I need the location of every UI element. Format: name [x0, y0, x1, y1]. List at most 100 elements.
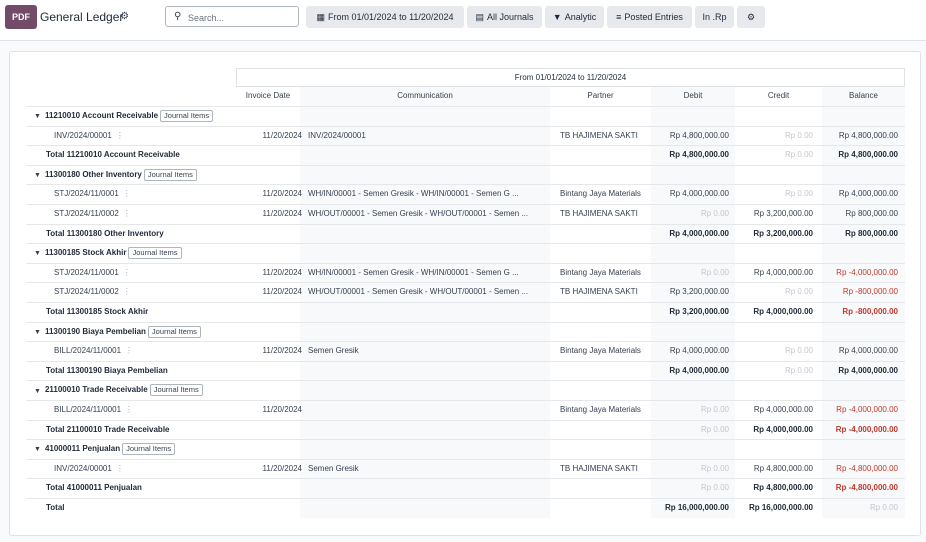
debit-amount: Rp 4,000,000.00: [669, 346, 729, 356]
balance-total: Rp -4,000,000.00: [835, 424, 898, 434]
settings-button[interactable]: ⚙: [737, 6, 765, 28]
account-header[interactable]: ▼ 11210010 Account Receivable Journal Item…: [34, 110, 214, 122]
debit-amount: Rp 3,200,000.00: [669, 287, 729, 297]
journal-items-button[interactable]: Journal Items: [160, 110, 214, 122]
move-reference-cell[interactable]: STJ/2024/11/0001 ⋮: [54, 268, 131, 278]
grand-total-label: Total: [46, 503, 65, 512]
account-total-row: Total 21100010 Trade Receivable Rp 0.00 Rp…: [26, 419, 905, 439]
journal-line-row[interactable]: STJ/2024/11/0002 ⋮ 11/20/2024 WH/OUT/00001 …: [26, 282, 905, 301]
journal-line-row[interactable]: BILL/2024/11/0001 ⋮ 11/20/2024 Semen Gresik…: [26, 341, 905, 360]
caret-down-icon[interactable]: ▼: [34, 171, 41, 181]
move-reference[interactable]: STJ/2024/11/0002: [54, 287, 119, 296]
more-options-icon[interactable]: ⋮: [123, 287, 131, 296]
more-options-icon[interactable]: ⋮: [123, 268, 131, 277]
move-reference[interactable]: STJ/2024/11/0001: [54, 268, 119, 277]
caret-down-icon[interactable]: ▼: [34, 112, 41, 122]
gear-icon[interactable]: ⚙: [120, 11, 129, 22]
partner: Bintang Jaya Materials: [560, 267, 641, 277]
move-reference-cell[interactable]: STJ/2024/11/0002 ⋮: [54, 287, 131, 297]
page-title: General Ledger: [40, 10, 124, 24]
credit-amount: Rp 0.00: [784, 287, 813, 297]
move-reference[interactable]: STJ/2024/11/0001: [54, 189, 119, 198]
account-header[interactable]: ▼ 21100010 Trade Receivable Journal Items: [34, 384, 203, 397]
balance-amount: Rp -4,000,000.00: [836, 405, 898, 414]
debit-total: Rp 16,000,000.00: [664, 503, 729, 512]
account-total-row: Total 41000011 Penjualan Rp 0.00 Rp 4,800,…: [26, 478, 905, 497]
account-header[interactable]: ▼ 41000011 Penjualan Journal Items: [34, 443, 176, 456]
search-input[interactable]: [186, 9, 298, 26]
date-filter-button[interactable]: ▦ From 01/01/2024 to 11/20/2024: [306, 6, 464, 28]
caret-down-icon[interactable]: ▼: [34, 445, 41, 455]
journal-line-row[interactable]: INV/2024/00001 ⋮ 11/20/2024 Semen Gresik TB …: [26, 458, 905, 478]
journal-items-button[interactable]: Journal Items: [128, 247, 182, 260]
journal-line-row[interactable]: STJ/2024/11/0002 ⋮ 11/20/2024 WH/OUT/00001 …: [26, 204, 905, 223]
date-filter-label: From 01/01/2024 to 11/20/2024: [328, 12, 454, 22]
more-options-icon[interactable]: ⋮: [125, 405, 133, 414]
credit-amount: Rp 4,000,000.00: [753, 267, 813, 277]
more-options-icon[interactable]: ⋮: [116, 131, 124, 140]
move-reference-cell[interactable]: STJ/2024/11/0002 ⋮: [54, 209, 131, 219]
move-reference[interactable]: INV/2024/00001: [54, 131, 112, 140]
account-row[interactable]: ▼ 41000011 Penjualan Journal Items: [26, 439, 905, 458]
balance-amount: Rp -4,000,000.00: [836, 267, 898, 277]
account-row[interactable]: ▼ 11210010 Account Receivable Journal Item…: [26, 106, 905, 125]
account-row[interactable]: ▼ 11300185 Stock Akhir Journal Items: [26, 243, 905, 262]
currency-button[interactable]: In .Rp: [695, 6, 734, 28]
move-reference-cell[interactable]: INV/2024/00001 ⋮: [54, 131, 124, 141]
journal-line-row[interactable]: STJ/2024/11/0001 ⋮ 11/20/2024 WH/IN/00001 -…: [26, 184, 905, 203]
column-header-communication: Communication: [397, 91, 453, 100]
more-options-icon[interactable]: ⋮: [116, 464, 124, 473]
posted-entries-button[interactable]: ≡ Posted Entries: [607, 6, 692, 28]
journal-items-button[interactable]: Journal Items: [147, 325, 201, 338]
caret-down-icon[interactable]: ▼: [34, 387, 41, 397]
control-panel: PDF General Ledger ⚙ ⚲ ▦From 01/01/2024 …: [0, 0, 926, 41]
more-options-icon[interactable]: ⋮: [123, 209, 131, 218]
journals-filter-label: All Journals: [486, 12, 534, 22]
account-row[interactable]: ▼ 21100010 Trade Receivable Journal Items: [26, 380, 905, 399]
account-total-row: Total 11300190 Biaya Pembelian Rp 4,000,0…: [26, 360, 905, 380]
move-reference[interactable]: BILL/2024/11/0001: [54, 346, 121, 355]
account-header[interactable]: ▼ 11300185 Stock Akhir Journal Items: [34, 247, 182, 260]
move-reference[interactable]: STJ/2024/11/0002: [54, 209, 119, 218]
account-header[interactable]: ▼ 11300190 Biaya Pembelian Journal Items: [34, 325, 201, 338]
more-options-icon[interactable]: ⋮: [123, 189, 131, 198]
move-reference-cell[interactable]: INV/2024/00001 ⋮: [54, 464, 124, 474]
balance-amount: Rp 4,000,000.00: [838, 189, 898, 199]
journal-line-row[interactable]: INV/2024/00001 ⋮ 11/20/2024 INV/2024/00001 T…: [26, 125, 905, 145]
partner: TB HAJIMENA SAKTI: [560, 209, 638, 218]
analytic-filter-button[interactable]: ▼ Analytic: [545, 6, 604, 28]
account-total-label: Total 41000011 Penjualan: [46, 483, 142, 493]
balance-total: Rp 4,000,000.00: [838, 365, 898, 375]
calendar-icon: ▦: [316, 11, 326, 22]
caret-down-icon[interactable]: ▼: [34, 328, 41, 338]
credit-total: Rp 3,200,000.00: [753, 228, 813, 238]
search-box[interactable]: ⚲: [165, 6, 299, 27]
pdf-button[interactable]: PDF: [5, 5, 37, 29]
move-reference-cell[interactable]: STJ/2024/11/0001 ⋮: [54, 189, 131, 199]
account-name: 11300180 Other Inventory: [44, 169, 142, 179]
journal-items-button[interactable]: Journal Items: [149, 384, 203, 397]
move-reference-cell[interactable]: BILL/2024/11/0001 ⋮: [54, 405, 133, 415]
move-reference-cell[interactable]: BILL/2024/11/0001 ⋮: [54, 346, 133, 356]
account-total-label: Total 11300180 Other Inventory: [46, 228, 164, 238]
account-row[interactable]: ▼ 11300190 Biaya Pembelian Journal Items: [26, 321, 905, 341]
journal-line-row[interactable]: BILL/2024/11/0001 ⋮ 11/20/2024 Bintang Jaya…: [26, 400, 905, 419]
account-total-label: Total 21100010 Trade Receivable: [46, 424, 170, 434]
period-header: From 01/01/2024 to 11/20/2024: [236, 68, 905, 87]
journal-line-row[interactable]: STJ/2024/11/0001 ⋮ 11/20/2024 WH/IN/00001 -…: [26, 262, 905, 282]
journal-items-button[interactable]: Journal Items: [122, 443, 176, 456]
account-row[interactable]: ▼ 11300180 Other Inventory Journal Items: [26, 164, 905, 184]
communication: Semen Gresik: [308, 463, 359, 473]
invoice-date: 11/20/2024: [262, 405, 302, 414]
caret-down-icon[interactable]: ▼: [34, 249, 41, 259]
partner: TB HAJIMENA SAKTI: [560, 463, 638, 473]
move-reference[interactable]: BILL/2024/11/0001: [54, 405, 121, 414]
balance-total: Rp 4,800,000.00: [838, 150, 898, 160]
journal-items-button[interactable]: Journal Items: [143, 168, 197, 181]
credit-amount: Rp 4,000,000.00: [753, 405, 813, 414]
move-reference[interactable]: INV/2024/00001: [54, 464, 112, 473]
journals-filter-button[interactable]: ▤ All Journals: [467, 6, 542, 28]
account-header[interactable]: ▼ 11300180 Other Inventory Journal Items: [34, 168, 197, 181]
more-options-icon[interactable]: ⋮: [125, 346, 133, 355]
posted-entries-label: Posted Entries: [624, 12, 683, 22]
